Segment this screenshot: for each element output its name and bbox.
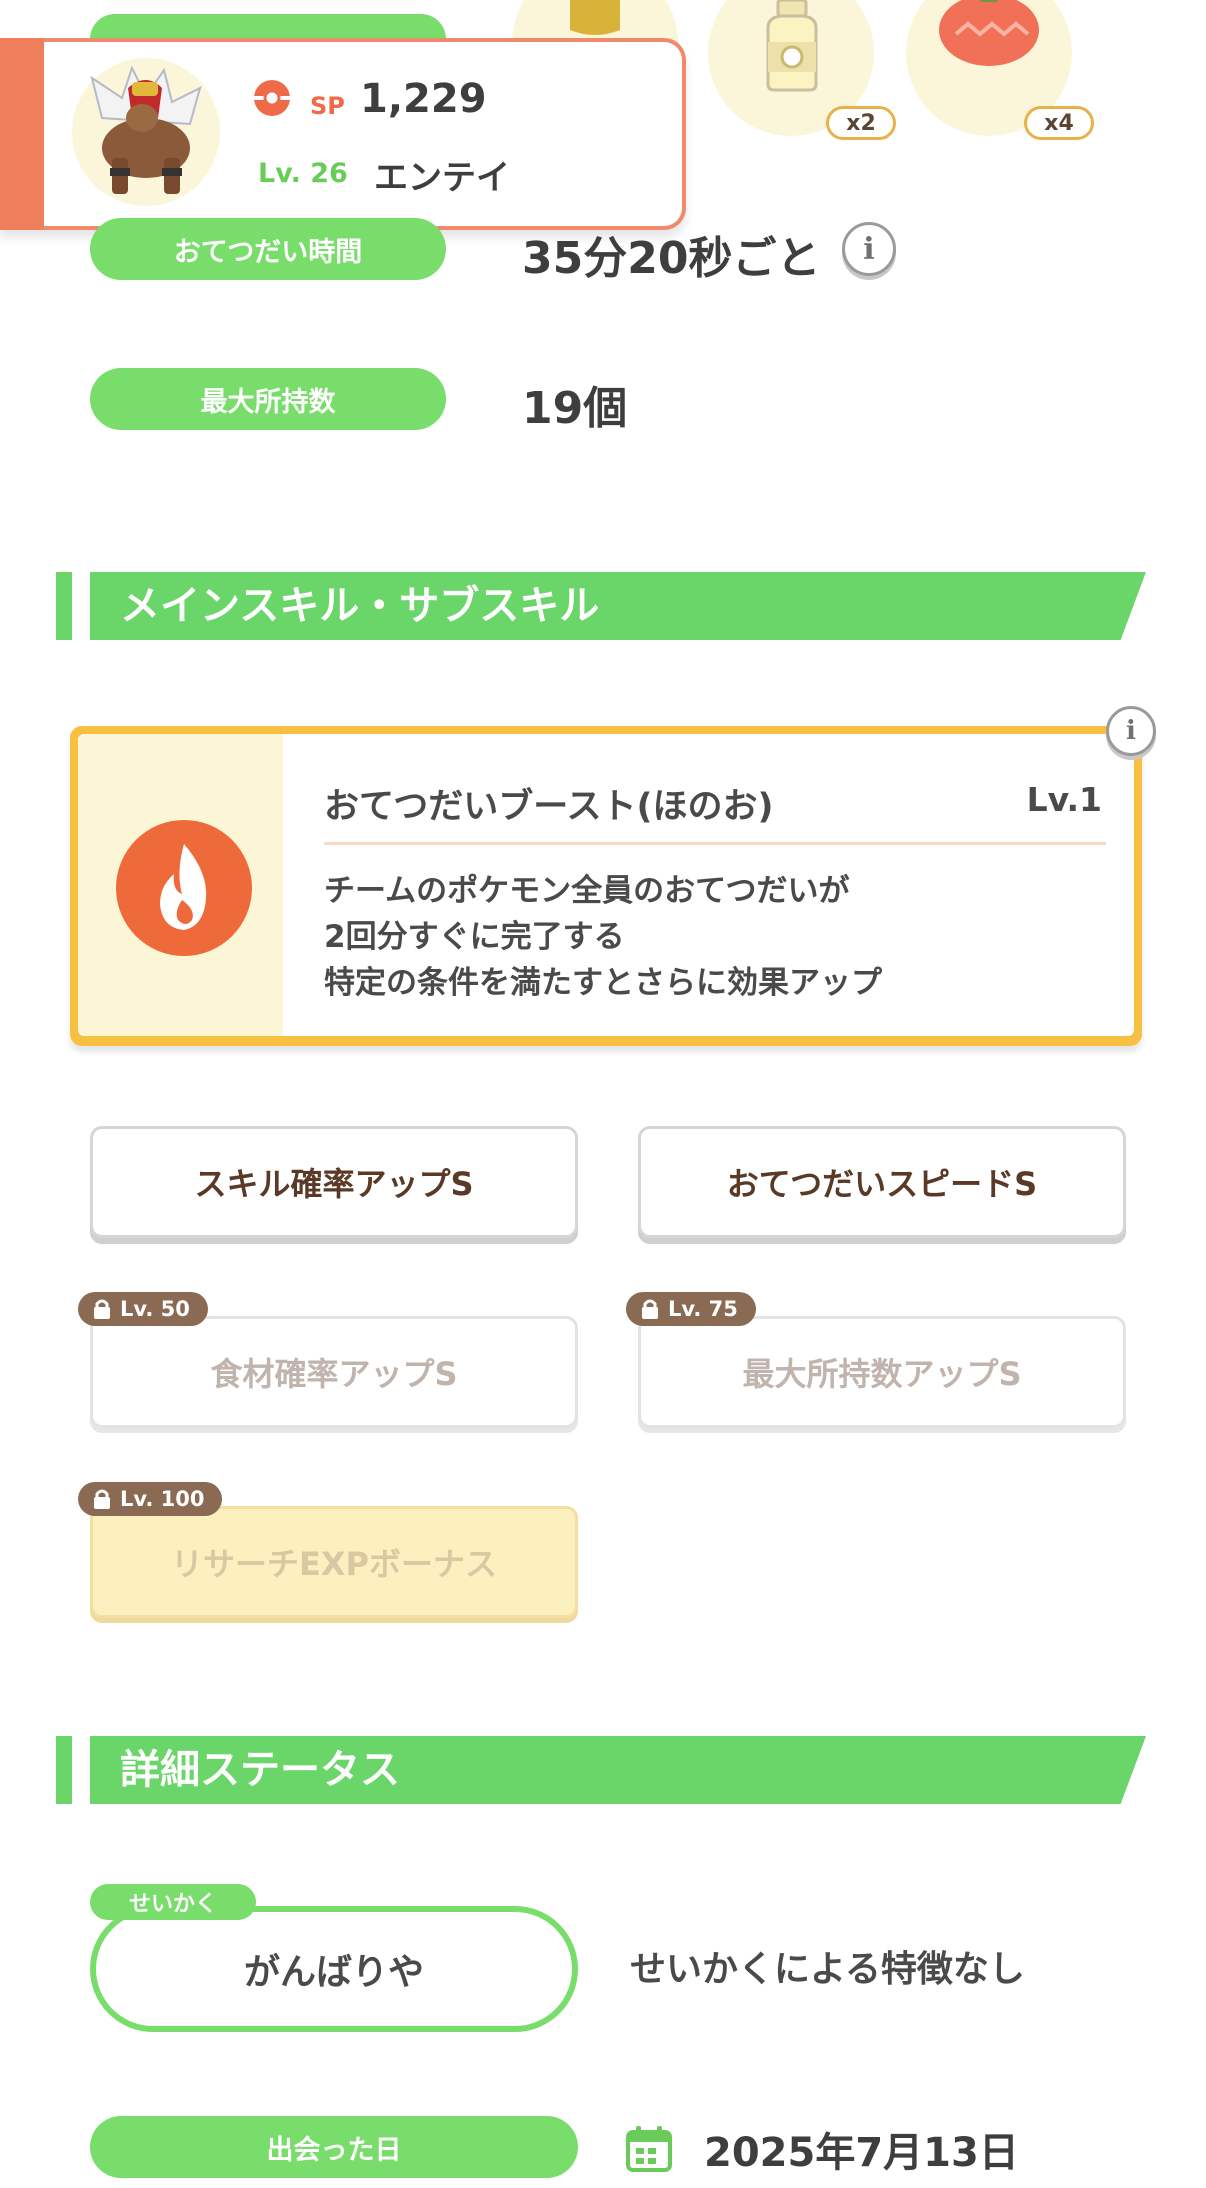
- lock-icon: [94, 1489, 110, 1509]
- skills-section-header: メインスキル・サブスキル: [56, 572, 1146, 640]
- unlock-level-text: Lv. 75: [668, 1297, 738, 1321]
- pokeball-icon: [252, 78, 292, 118]
- max-carry-label: 最大所持数: [90, 368, 446, 430]
- main-skill-icon-pane: [78, 734, 283, 1036]
- sub-skill-button-locked[interactable]: 最大所持数アップS: [638, 1316, 1126, 1428]
- main-skill-level: Lv.1: [1026, 780, 1102, 819]
- lock-icon: [642, 1299, 658, 1319]
- info-icon: i: [863, 231, 875, 267]
- sub-skill-button[interactable]: スキル確率アップS: [90, 1126, 578, 1238]
- unlock-level-text: Lv. 100: [120, 1487, 205, 1511]
- help-time-value: 35分20秒ごと: [522, 233, 821, 284]
- tomato-icon: [936, 0, 1042, 68]
- olive-oil-icon: [562, 0, 628, 40]
- calendar-icon: [624, 2124, 674, 2174]
- sub-skill-button-locked[interactable]: 食材確率アップS: [90, 1316, 578, 1428]
- sub-skill-button[interactable]: おてつだいスピードS: [638, 1126, 1126, 1238]
- description-line: チームのポケモン全員のおてつだいが: [324, 873, 850, 909]
- sp-label: SP: [310, 92, 345, 120]
- fire-icon: [116, 820, 252, 956]
- met-date-label: 出会った日: [90, 2116, 578, 2178]
- sub-skill-button-locked-gold[interactable]: リサーチEXPボーナス: [90, 1506, 578, 1618]
- pokemon-name: エンテイ: [374, 158, 510, 198]
- entei-icon: [90, 65, 202, 194]
- ingredient-qty-badge: x4: [1024, 106, 1094, 140]
- unlock-level-tag: Lv. 75: [626, 1292, 756, 1326]
- lock-icon: [94, 1299, 110, 1319]
- description-line: 特定の条件を満たすとさらに効果アップ: [324, 965, 882, 1001]
- max-carry-value: 19個: [522, 383, 628, 434]
- main-skill-card[interactable]: おてつだいブースト(ほのお) Lv.1 チームのポケモン全員のおてつだいが 2回…: [70, 726, 1142, 1046]
- section-title: 詳細ステータス: [120, 1747, 400, 1793]
- description-line: 2回分すぐに完了する: [324, 919, 625, 955]
- nature-value-box[interactable]: がんばりや: [90, 1906, 578, 2032]
- section-title: メインスキル・サブスキル: [120, 583, 600, 629]
- help-time-label: おてつだい時間: [90, 218, 446, 280]
- card-accent-stripe: [0, 38, 44, 230]
- main-skill-info-button[interactable]: i: [1106, 706, 1156, 756]
- pokemon-avatar: [72, 58, 220, 206]
- main-skill-description: チームのポケモン全員のおてつだいが 2回分すぐに完了する 特定の条件を満たすとさ…: [324, 868, 882, 1006]
- details-section-header: 詳細ステータス: [56, 1736, 1146, 1804]
- section-bar: [56, 572, 72, 640]
- unlock-level-text: Lv. 50: [120, 1297, 190, 1321]
- nature-effect: せいかくによる特徴なし: [630, 1949, 1025, 1990]
- main-skill-name: おてつだいブースト(ほのお): [324, 787, 774, 827]
- nature-tag: せいかく: [90, 1884, 256, 1920]
- pokemon-level: Lv. 26: [258, 158, 348, 189]
- help-time-info-button[interactable]: i: [842, 222, 896, 276]
- unlock-level-tag: Lv. 50: [78, 1292, 208, 1326]
- info-icon: i: [1126, 716, 1136, 746]
- ingredient-qty-badge: x2: [826, 106, 896, 140]
- met-date-value: 2025年7月13日: [704, 2130, 1019, 2176]
- pokemon-summary-card[interactable]: SP 1,229 Lv. 26 エンテイ: [0, 38, 686, 230]
- milk-bottle-icon: [754, 0, 830, 94]
- sp-value: 1,229: [360, 76, 487, 122]
- main-skill-divider: [324, 842, 1106, 845]
- section-bar: [56, 1736, 72, 1804]
- unlock-level-tag: Lv. 100: [78, 1482, 223, 1516]
- main-skill-card-inner: おてつだいブースト(ほのお) Lv.1 チームのポケモン全員のおてつだいが 2回…: [78, 734, 1134, 1036]
